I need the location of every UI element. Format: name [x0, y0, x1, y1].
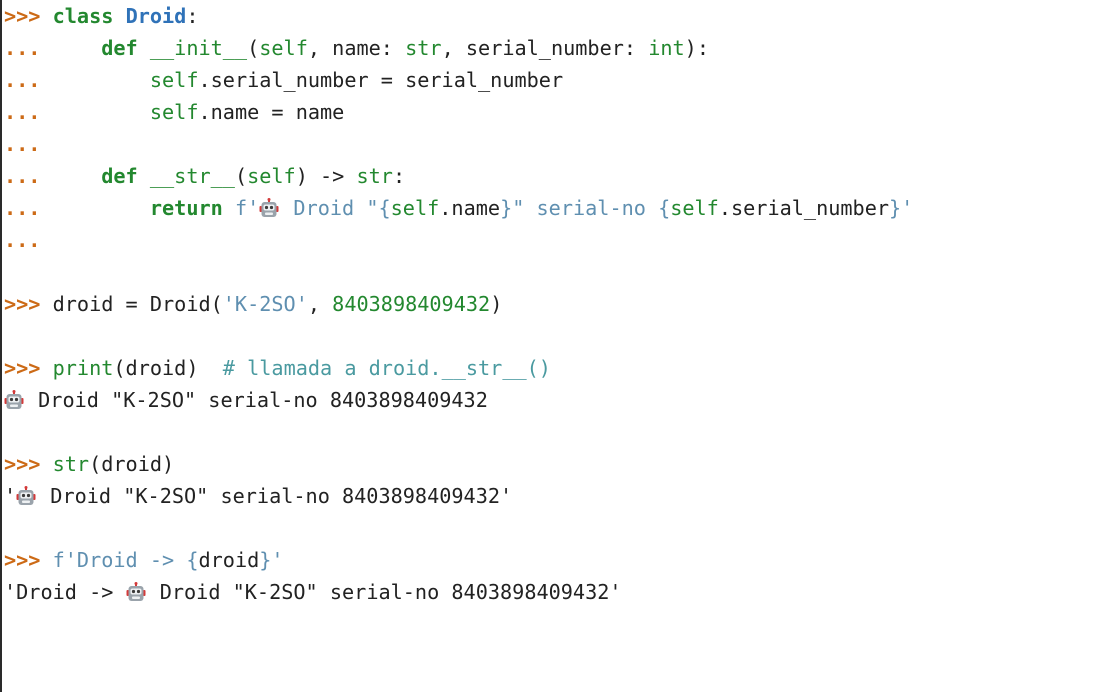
code-token-builtin: print	[52, 356, 114, 380]
code-line: >>> droid = Droid('K-2SO', 8403898409432…	[2, 288, 1108, 320]
code-token-output: Droid "K-2SO" serial-no 8403898409432'	[38, 484, 513, 508]
code-token-builtin: __init__	[149, 36, 248, 60]
code-token-prompt: ...	[4, 36, 102, 60]
code-token-classname: Droid	[125, 4, 187, 28]
code-token-prompt: >>>	[4, 452, 53, 476]
code-token-text: .name = name	[198, 100, 345, 124]
robot-icon	[259, 198, 279, 218]
code-line: ...	[2, 224, 1108, 256]
code-token-text: .serial_number = serial_number	[198, 68, 564, 92]
code-token-text: .serial_number	[718, 196, 889, 220]
code-token-string: f'	[234, 196, 260, 220]
code-line: ... def __init__(self, name: str, serial…	[2, 32, 1108, 64]
code-token-builtin: self	[670, 196, 719, 220]
code-token-string: Droid "{	[281, 196, 391, 220]
code-token-text: ):	[684, 36, 709, 60]
code-token-prompt: >>>	[4, 292, 53, 316]
code-token-string: }'	[259, 548, 284, 572]
code-token-builtin: self	[149, 68, 199, 92]
code-token-builtin: __str__	[149, 164, 235, 188]
robot-icon	[126, 582, 146, 602]
code-token-output: 'Droid ->	[4, 580, 126, 604]
code-line: >>> str(droid)	[2, 448, 1108, 480]
code-token-text: (	[247, 36, 260, 60]
code-token-output: Droid "K-2SO" serial-no 8403898409432	[26, 388, 488, 412]
code-line: ... return f' Droid "{self.name}" serial…	[2, 192, 1108, 224]
code-token-builtin: self	[247, 164, 296, 188]
code-line: ' Droid "K-2SO" serial-no 8403898409432'	[2, 480, 1108, 512]
code-token-builtin: str	[356, 164, 393, 188]
code-token-string: f'Droid -> {	[52, 548, 199, 572]
code-token-prompt: ...	[4, 228, 41, 252]
code-line: >>> print(droid) # llamada a droid.__str…	[2, 352, 1108, 384]
code-token-builtin: self	[259, 36, 308, 60]
code-token-builtin: str	[52, 452, 90, 476]
code-token-builtin: int	[648, 36, 685, 60]
code-token-comment: # llamada a droid.__str__()	[222, 356, 551, 380]
code-token-text: droid = Droid(	[52, 292, 223, 316]
code-line: ...	[2, 128, 1108, 160]
code-token-prompt: >>>	[4, 356, 53, 380]
code-token-prompt: ...	[4, 68, 150, 92]
code-line: Droid "K-2SO" serial-no 8403898409432	[2, 384, 1108, 416]
code-token-prompt: ...	[4, 196, 150, 220]
code-token-text: ,	[307, 292, 333, 316]
robot-icon	[4, 390, 24, 410]
code-line: >>> class Droid:	[2, 0, 1108, 32]
code-token-builtin: self	[149, 100, 199, 124]
code-token-prompt: ...	[4, 164, 102, 188]
code-line: ... def __str__(self) -> str:	[2, 160, 1108, 192]
code-token-text: , name:	[307, 36, 406, 60]
code-token-prompt: >>>	[4, 548, 53, 572]
code-line: ... self.name = name	[2, 96, 1108, 128]
code-token-text: ) ->	[295, 164, 357, 188]
python-repl-code-block: >>> class Droid:... def __init__(self, n…	[0, 0, 1108, 692]
code-token-text: , serial_number:	[441, 36, 649, 60]
code-token-number: 8403898409432	[332, 292, 491, 316]
code-token-builtin: self	[390, 196, 440, 220]
code-line: 'Droid -> Droid "K-2SO" serial-no 840389…	[2, 576, 1108, 608]
code-token-string: 'K-2SO'	[222, 292, 308, 316]
code-token-output: Droid "K-2SO" serial-no 8403898409432'	[147, 580, 622, 604]
code-token-text: (droid)	[89, 452, 175, 476]
robot-icon	[16, 486, 36, 506]
code-token-text: )	[490, 292, 503, 316]
code-token-prompt: >>>	[4, 4, 53, 28]
code-token-keyword: return	[149, 196, 223, 220]
code-token-keyword: class	[52, 4, 114, 28]
code-token-builtin: str	[405, 36, 442, 60]
code-token-text: :	[186, 4, 199, 28]
code-token-text: :	[392, 164, 406, 188]
code-token-text: (droid)	[113, 356, 223, 380]
code-token-text: (	[234, 164, 248, 188]
code-token-prompt: ...	[4, 100, 150, 124]
code-token-text: droid	[198, 548, 260, 572]
code-token-keyword: def	[101, 36, 138, 60]
code-token-text: .name	[439, 196, 501, 220]
code-line: >>> f'Droid -> {droid}'	[2, 544, 1108, 576]
code-token-string: }" serial-no {	[500, 196, 671, 220]
code-token-prompt: ...	[4, 132, 41, 156]
code-line: ... self.serial_number = serial_number	[2, 64, 1108, 96]
code-token-keyword: def	[101, 164, 138, 188]
code-token-output: '	[4, 484, 17, 508]
code-token-string: }'	[889, 196, 914, 220]
